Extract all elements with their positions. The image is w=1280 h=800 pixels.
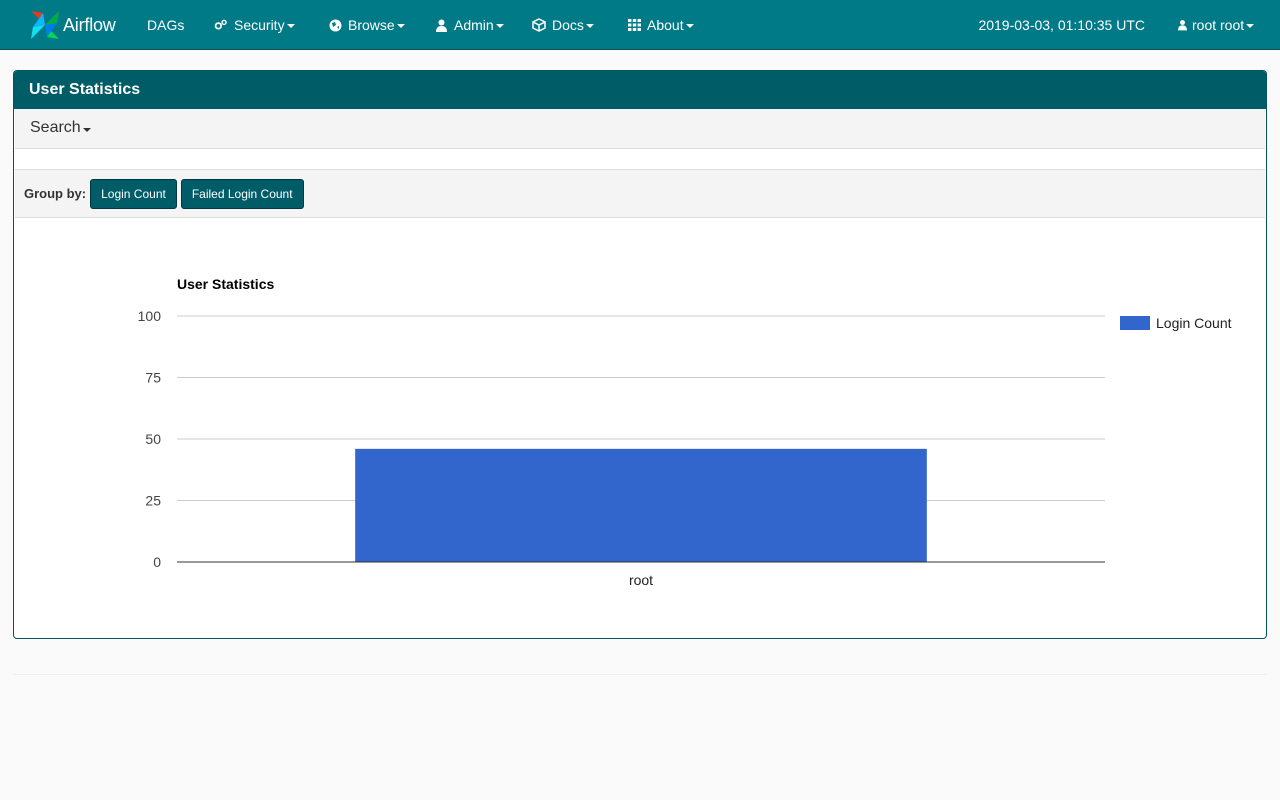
globe-icon — [328, 18, 342, 32]
y-tick-label: 100 — [138, 308, 162, 324]
nav-security[interactable]: Security — [214, 0, 295, 50]
search-label: Search — [30, 119, 81, 136]
nav-user-menu[interactable]: root root — [1175, 0, 1255, 50]
caret-down-icon — [585, 24, 594, 28]
nav-docs[interactable]: Docs — [532, 0, 594, 50]
nav-security-label: Security — [234, 17, 285, 33]
group-by-label: Group by: — [24, 186, 87, 201]
server-clock: 2019-03-03, 01:10:35 UTC — [978, 17, 1145, 33]
chart-title: User Statistics — [177, 276, 274, 292]
top-navbar: Airflow DAGs Security Browse Admin Docs — [0, 0, 1280, 50]
caret-down-icon — [82, 128, 91, 132]
brand[interactable]: Airflow — [29, 9, 116, 41]
user-name: root root — [1192, 17, 1245, 33]
nav-admin[interactable]: Admin — [434, 0, 504, 50]
nav-dags[interactable]: DAGs — [147, 0, 184, 50]
nav-browse[interactable]: Browse — [328, 0, 405, 50]
caret-down-icon — [685, 24, 694, 28]
legend-label: Login Count — [1156, 315, 1232, 331]
nav-about[interactable]: About — [627, 0, 694, 50]
y-tick-label: 0 — [153, 554, 161, 570]
user-statistics-panel: User Statistics Search Group by: Login C… — [13, 70, 1267, 639]
nav-about-label: About — [647, 17, 684, 33]
y-tick-label: 75 — [145, 370, 161, 386]
airflow-logo-icon — [31, 11, 59, 39]
caret-down-icon — [396, 24, 405, 28]
x-tick-label: root — [629, 572, 653, 588]
nav-browse-label: Browse — [348, 17, 395, 33]
search-toggle[interactable]: Search — [15, 109, 1265, 149]
caret-down-icon — [495, 24, 504, 28]
user-icon — [1175, 18, 1189, 32]
group-by-bar: Group by: Login Count Failed Login Count — [15, 169, 1265, 218]
user-icon — [434, 18, 448, 32]
legend-swatch — [1120, 316, 1150, 330]
login-count-button[interactable]: Login Count — [90, 178, 177, 209]
bar — [355, 448, 927, 562]
caret-down-icon — [286, 24, 295, 28]
y-tick-label: 50 — [145, 431, 161, 447]
bar-chart: User Statistics 0 25 50 75 100 root Login Count — [138, 276, 1232, 588]
cube-icon — [532, 18, 546, 32]
chart-area: User Statistics 0 25 50 75 100 root Login Count — [14, 221, 1266, 621]
caret-down-icon — [1246, 24, 1255, 28]
nav-docs-label: Docs — [552, 17, 584, 33]
gears-icon — [214, 18, 228, 32]
nav-dags-label: DAGs — [147, 17, 185, 33]
y-tick-label: 25 — [145, 493, 161, 509]
brand-name: Airflow — [63, 14, 116, 35]
footer-divider — [13, 674, 1267, 675]
panel-title: User Statistics — [14, 71, 1266, 109]
failed-login-count-button[interactable]: Failed Login Count — [180, 178, 304, 209]
grid-icon — [627, 18, 641, 32]
nav-admin-label: Admin — [454, 17, 494, 33]
